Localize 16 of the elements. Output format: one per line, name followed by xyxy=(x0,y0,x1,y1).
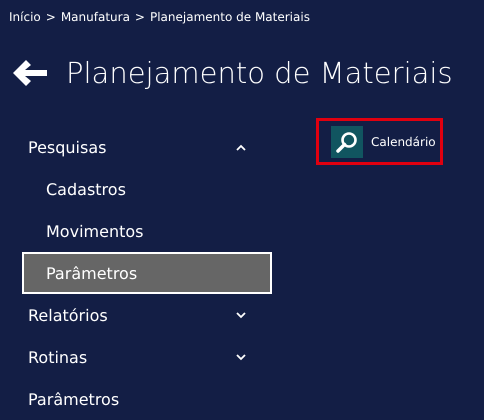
menu-item[interactable]: Relatórios xyxy=(22,294,272,336)
page-title: Planejamento de Materiais xyxy=(66,56,453,90)
calendar-tile[interactable]: Calendário xyxy=(316,118,443,165)
breadcrumb-link[interactable]: Início xyxy=(9,10,41,24)
menu-item[interactable]: Pesquisas xyxy=(22,126,272,168)
breadcrumb-link[interactable]: Manufatura xyxy=(60,10,130,24)
breadcrumb-link[interactable]: Planejamento de Materiais xyxy=(150,10,310,24)
menu-item[interactable]: Parâmetros xyxy=(22,378,272,420)
breadcrumb-separator: > xyxy=(134,10,145,24)
back-arrow-icon[interactable] xyxy=(12,59,48,87)
menu-item[interactable]: Movimentos xyxy=(22,210,272,252)
menu-item[interactable]: Cadastros xyxy=(22,168,272,210)
menu-item[interactable]: Parâmetros xyxy=(22,252,272,294)
search-icon xyxy=(331,126,363,158)
menu-item[interactable]: Rotinas xyxy=(22,336,272,378)
breadcrumb-separator: > xyxy=(46,10,56,24)
